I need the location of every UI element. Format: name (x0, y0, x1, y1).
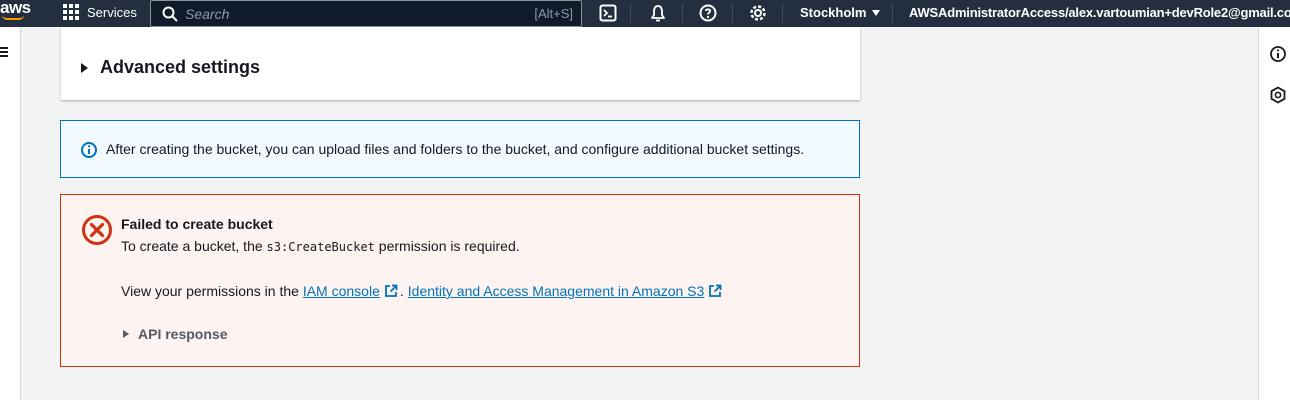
services-menu-button[interactable]: Services (63, 4, 137, 20)
external-link-icon (709, 284, 722, 297)
error-message-prefix: To create a bucket, the (121, 238, 267, 254)
external-link-icon (384, 284, 398, 297)
info-alert: After creating the bucket, you can uploa… (60, 120, 860, 178)
info-panel-icon[interactable] (1269, 45, 1287, 63)
region-selector[interactable]: Stockholm (800, 5, 881, 20)
nav-divider (732, 4, 733, 23)
services-grid-icon (63, 4, 79, 20)
aws-logo-smile (2, 15, 24, 20)
search-icon (162, 6, 178, 22)
nav-divider (630, 4, 631, 23)
error-message: To create a bucket, the s3:CreateBucket … (121, 238, 520, 254)
advanced-settings-title: Advanced settings (100, 57, 261, 77)
error-alert: Failed to create bucket To create a buck… (60, 194, 860, 367)
cloudshell-icon[interactable] (598, 3, 618, 23)
error-message-suffix: permission is required. (374, 238, 520, 254)
info-alert-text: After creating the bucket, you can uploa… (106, 141, 805, 157)
region-label: Stockholm (800, 5, 867, 20)
aws-logo[interactable]: aws (0, 0, 31, 20)
caret-right-icon (123, 330, 129, 338)
permissions-help-text: View your permissions in the IAM console… (121, 283, 724, 299)
search-bar[interactable]: [Alt+S] (150, 0, 582, 27)
tools-panel-strip (1258, 27, 1290, 400)
help-icon[interactable] (698, 3, 718, 23)
menu-hamburger-icon[interactable] (0, 47, 10, 57)
left-side-navigation (0, 27, 21, 400)
services-label: Services (87, 4, 137, 20)
nav-divider (892, 4, 893, 23)
settings-gear-icon[interactable] (748, 3, 768, 23)
iam-console-link[interactable]: IAM console (303, 283, 380, 299)
api-response-label: API response (138, 326, 228, 342)
search-input[interactable] (185, 4, 515, 24)
caret-right-icon (81, 62, 88, 73)
error-x-circle-icon (82, 215, 112, 245)
info-icon (81, 142, 97, 158)
advanced-settings-expander[interactable]: Advanced settings (81, 57, 260, 78)
notifications-bell-icon[interactable] (648, 3, 668, 23)
error-permission-code: s3:CreateBucket (266, 240, 375, 254)
chevron-down-icon (872, 9, 881, 16)
advanced-settings-card: Advanced settings (61, 27, 860, 100)
nav-divider (682, 4, 683, 23)
permissions-prefix: View your permissions in the (121, 283, 303, 299)
api-response-expander[interactable]: API response (123, 326, 227, 342)
error-title: Failed to create bucket (121, 216, 273, 232)
account-menu[interactable]: AWSAdministratorAccess/alex.vartoumian+d… (909, 5, 1290, 20)
nav-divider (782, 4, 783, 23)
link-separator: . (399, 283, 404, 299)
account-label: AWSAdministratorAccess/alex.vartoumian+d… (909, 5, 1290, 20)
cloud-assistant-icon[interactable] (1269, 86, 1287, 104)
top-navigation-bar: aws Services [Alt+S] (0, 0, 1290, 27)
iam-in-s3-link[interactable]: Identity and Access Management in Amazon… (408, 283, 705, 299)
search-shortcut-hint: [Alt+S] (534, 6, 573, 21)
